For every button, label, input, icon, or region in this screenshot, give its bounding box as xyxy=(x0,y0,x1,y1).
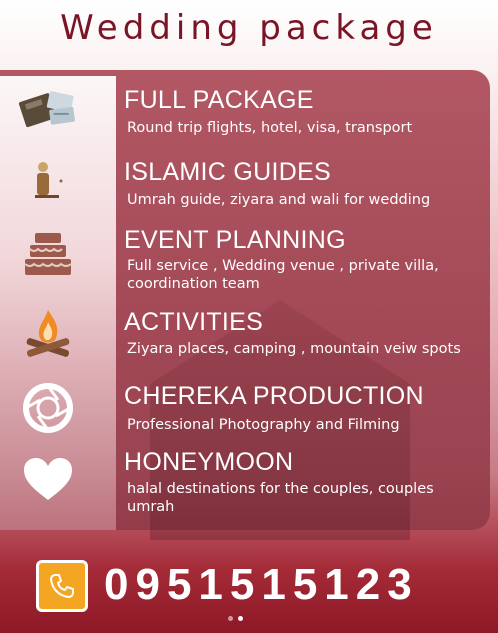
pagination-dot[interactable] xyxy=(228,616,233,621)
item-description: Ziyara places, camping , mountain veiw s… xyxy=(127,341,461,357)
item-description: halal destinations for the couples, coup… xyxy=(127,481,434,515)
item-description: Professional Photography and Filming xyxy=(127,417,400,433)
item-heading: ACTIVITIES xyxy=(124,308,264,336)
passport-tickets-icon xyxy=(18,82,78,142)
campfire-icon xyxy=(18,304,78,364)
item-description: Umrah guide, ziyara and wali for wedding xyxy=(127,192,431,208)
item-description: Round trip flights, hotel, visa, transpo… xyxy=(127,120,413,136)
item-heading: FULL PACKAGE xyxy=(124,86,314,114)
item-heading: CHEREKA PRODUCTION xyxy=(124,382,424,410)
phone-icon[interactable] xyxy=(36,560,88,612)
heart-icon xyxy=(18,450,78,510)
pagination-dot-active[interactable] xyxy=(238,616,243,621)
page-title: Wedding package xyxy=(60,8,438,48)
camera-aperture-icon xyxy=(18,378,78,438)
guide-person-icon xyxy=(18,152,78,212)
phone-number[interactable]: 0951515123 xyxy=(104,560,419,610)
item-heading: ISLAMIC GUIDES xyxy=(124,158,332,186)
item-heading: HONEYMOON xyxy=(124,448,294,476)
cake-icon xyxy=(18,224,78,284)
item-description: Full service , Wedding venue , private v… xyxy=(127,258,439,292)
item-heading: EVENT PLANNING xyxy=(124,226,346,254)
pagination-dots xyxy=(228,616,243,621)
